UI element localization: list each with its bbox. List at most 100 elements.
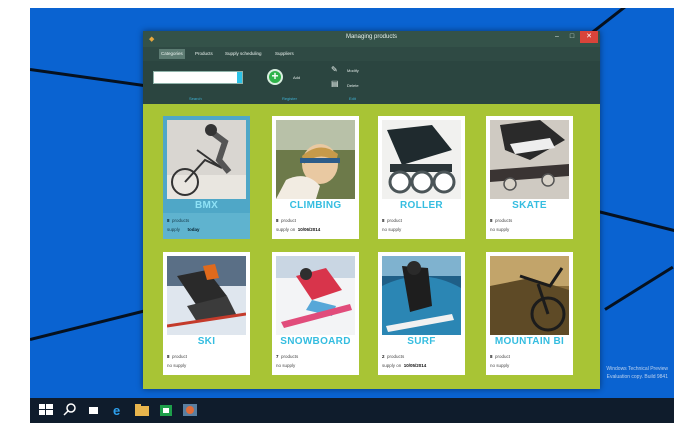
internet-explorer-icon[interactable]: e: [110, 403, 126, 417]
category-photo-mountain-bike: [490, 256, 569, 335]
supply-prefix: no supply: [167, 363, 187, 368]
maximize-button[interactable]: □: [566, 31, 578, 43]
category-photo-surf: [382, 256, 461, 335]
supply-prefix: no supply: [382, 227, 402, 232]
supply-info: no supply: [276, 363, 295, 368]
category-name: SURF: [407, 336, 436, 347]
supply-date: 10/06/2014: [297, 227, 321, 232]
category-name: MOUNTAIN BI: [494, 336, 565, 347]
title-bar: ◆ Managing products – □ ✕: [143, 31, 600, 47]
supply-info: no supply: [490, 227, 509, 232]
file-explorer-icon[interactable]: [134, 403, 150, 417]
taskbar: e: [30, 398, 674, 423]
task-view-icon[interactable]: [86, 403, 102, 417]
product-count: 7 products: [276, 354, 298, 359]
count-label: product: [172, 354, 188, 359]
add-label: Add: [293, 75, 301, 80]
delete-button[interactable]: Delete: [347, 83, 359, 88]
category-photo-skate: [490, 120, 569, 199]
tab-bar: Categories Products Supply scheduling Su…: [143, 49, 600, 61]
supply-date: today: [187, 227, 200, 232]
group-label-search: Search: [189, 96, 202, 101]
category-photo-snowboard: [276, 256, 355, 335]
category-card-ski[interactable]: SKI 8 product no supply: [163, 252, 250, 375]
category-card-surf[interactable]: SURF 2 products supply on 10/05/2014: [378, 252, 465, 375]
supply-prefix: supply: [167, 227, 181, 232]
category-photo-roller: [382, 120, 461, 199]
close-button[interactable]: ✕: [580, 31, 598, 43]
supply-prefix: no supply: [490, 227, 510, 232]
category-card-bmx[interactable]: BMX 8 products supply today: [163, 116, 250, 239]
product-count: 2 products: [382, 354, 404, 359]
group-label-register: Register: [282, 96, 297, 101]
add-button[interactable]: +: [267, 69, 283, 85]
modify-button[interactable]: Modify: [347, 68, 359, 73]
tab-products[interactable]: Products: [193, 49, 215, 59]
count-value: 8: [490, 354, 493, 359]
app-window: ◆ Managing products – □ ✕ Categories Pro…: [143, 31, 600, 389]
supply-info: no supply: [382, 227, 401, 232]
count-value: 8: [276, 218, 279, 223]
svg-text:e: e: [113, 403, 120, 417]
count-label: products: [172, 218, 190, 223]
category-photo-ski: [167, 256, 246, 335]
supply-prefix: no supply: [276, 363, 296, 368]
category-card-skate[interactable]: SKATE 8 products no supply: [486, 116, 573, 239]
category-name: SNOWBOARD: [280, 336, 351, 347]
category-name: CLIMBING: [289, 200, 342, 211]
category-name: SKATE: [512, 200, 547, 211]
supply-info: no supply: [490, 363, 509, 368]
windows-start-icon[interactable]: [38, 403, 54, 417]
store-icon[interactable]: [158, 403, 174, 417]
desktop-line: [589, 208, 674, 236]
group-label-edit: Edit: [349, 96, 356, 101]
product-count: 8 products: [490, 218, 512, 223]
category-name: SKI: [197, 336, 216, 347]
product-count: 8 product: [276, 218, 296, 223]
supply-prefix: no supply: [490, 363, 510, 368]
count-value: 8: [490, 218, 493, 223]
category-photo-bmx: [167, 120, 246, 199]
app-icon[interactable]: [182, 403, 198, 417]
count-label: products: [281, 354, 299, 359]
count-value: 2: [382, 354, 385, 359]
supply-info: supply today: [167, 227, 200, 232]
supply-info: no supply: [167, 363, 186, 368]
delete-icon[interactable]: ▤: [331, 79, 339, 88]
count-value: 8: [167, 354, 170, 359]
tab-suppliers[interactable]: Suppliers: [273, 49, 296, 59]
category-name: BMX: [194, 200, 219, 211]
minimize-button[interactable]: –: [550, 31, 564, 43]
category-grid: BMX 8 products supply today CLIMBING 8 p…: [143, 104, 600, 389]
product-count: 8 product: [490, 354, 510, 359]
count-label: products: [495, 218, 513, 223]
tab-categories[interactable]: Categories: [159, 49, 185, 59]
supply-prefix: supply on: [382, 363, 402, 368]
count-label: products: [387, 354, 405, 359]
category-card-mountain-bike[interactable]: MOUNTAIN BI 8 product no supply: [486, 252, 573, 375]
category-card-snowboard[interactable]: SNOWBOARD 7 products no supply: [272, 252, 359, 375]
supply-info: supply on 10/05/2014: [382, 363, 426, 368]
window-title: Managing products: [345, 34, 398, 40]
category-card-roller[interactable]: ROLLER 8 product no supply: [378, 116, 465, 239]
count-value: 8: [382, 218, 385, 223]
product-count: 8 products: [167, 218, 189, 223]
desktop-line: [604, 265, 674, 311]
pencil-icon[interactable]: ✎: [331, 65, 338, 74]
product-count: 8 product: [382, 218, 402, 223]
supply-date: 10/05/2014: [403, 363, 427, 368]
product-count: 8 product: [167, 354, 187, 359]
search-input[interactable]: [153, 71, 243, 84]
category-photo-climbing: [276, 120, 355, 199]
tab-supply-scheduling[interactable]: Supply scheduling: [223, 49, 264, 59]
supply-info: supply on 10/06/2014: [276, 227, 320, 232]
supply-prefix: supply on: [276, 227, 296, 232]
search-icon[interactable]: [62, 403, 78, 417]
search-button[interactable]: [237, 72, 242, 83]
count-value: 8: [167, 218, 170, 223]
selection-highlight: [163, 213, 250, 239]
category-card-climbing[interactable]: CLIMBING 8 product supply on 10/06/2014: [272, 116, 359, 239]
count-label: product: [387, 218, 403, 223]
count-label: product: [281, 218, 297, 223]
count-value: 7: [276, 354, 279, 359]
